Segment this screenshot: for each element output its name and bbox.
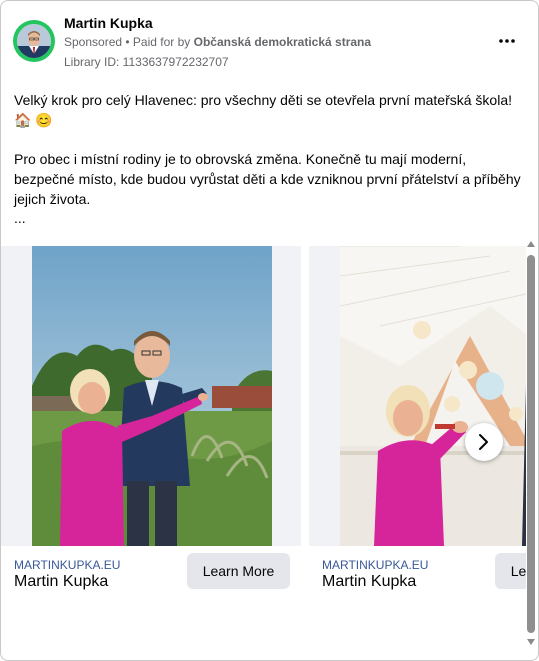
- sponsored-label: Sponsored: [64, 35, 123, 49]
- card-image[interactable]: [32, 246, 272, 546]
- card-domain[interactable]: MARTINKUPKA.EU: [322, 558, 428, 572]
- card-domain[interactable]: MARTINKUPKA.EU: [14, 558, 120, 572]
- carousel: MARTINKUPKA.EU Martin Kupka Learn More M…: [1, 246, 526, 606]
- paid-for-prefix: • Paid for by: [122, 35, 194, 49]
- avatar[interactable]: [17, 24, 51, 58]
- learn-more-button[interactable]: Learn More: [187, 553, 290, 589]
- more-options-button[interactable]: [493, 30, 521, 52]
- carousel-card[interactable]: MARTINKUPKA.EU Martin Kupka Learn More: [1, 246, 301, 606]
- paid-for-by: Občanská demokratická strana: [193, 35, 372, 49]
- carousel-next-button[interactable]: [465, 423, 503, 461]
- scroll-thumb[interactable]: [527, 255, 535, 633]
- avatar-ring[interactable]: [13, 20, 55, 62]
- scrollbar[interactable]: [525, 241, 537, 649]
- card-image[interactable]: [340, 246, 526, 546]
- scroll-up-arrow-icon[interactable]: [527, 241, 535, 247]
- learn-more-button[interactable]: Learn More: [495, 553, 526, 589]
- card-title[interactable]: Martin Kupka: [322, 573, 416, 591]
- see-more-ellipsis[interactable]: ...: [14, 210, 26, 226]
- scroll-down-arrow-icon[interactable]: [527, 639, 535, 645]
- sponsored-line: Sponsored • Paid for by Občanská demokra…: [64, 35, 371, 49]
- page-name[interactable]: Martin Kupka: [64, 15, 153, 31]
- photo-outdoor: [32, 246, 272, 546]
- library-id: Library ID: 1133637972232707: [64, 55, 229, 69]
- more-horizontal-icon: [499, 39, 515, 43]
- post-text-paragraph-1: Velký krok pro celý Hlavenec: pro všechn…: [14, 92, 512, 128]
- post-text-paragraph-2: Pro obec i místní rodiny je to obrovská …: [14, 151, 521, 207]
- avatar-image: [17, 24, 51, 58]
- photo-indoor: [340, 246, 526, 546]
- ad-card: Martin Kupka Sponsored • Paid for by Obč…: [0, 0, 539, 661]
- chevron-right-icon: [479, 434, 488, 450]
- card-title[interactable]: Martin Kupka: [14, 573, 108, 591]
